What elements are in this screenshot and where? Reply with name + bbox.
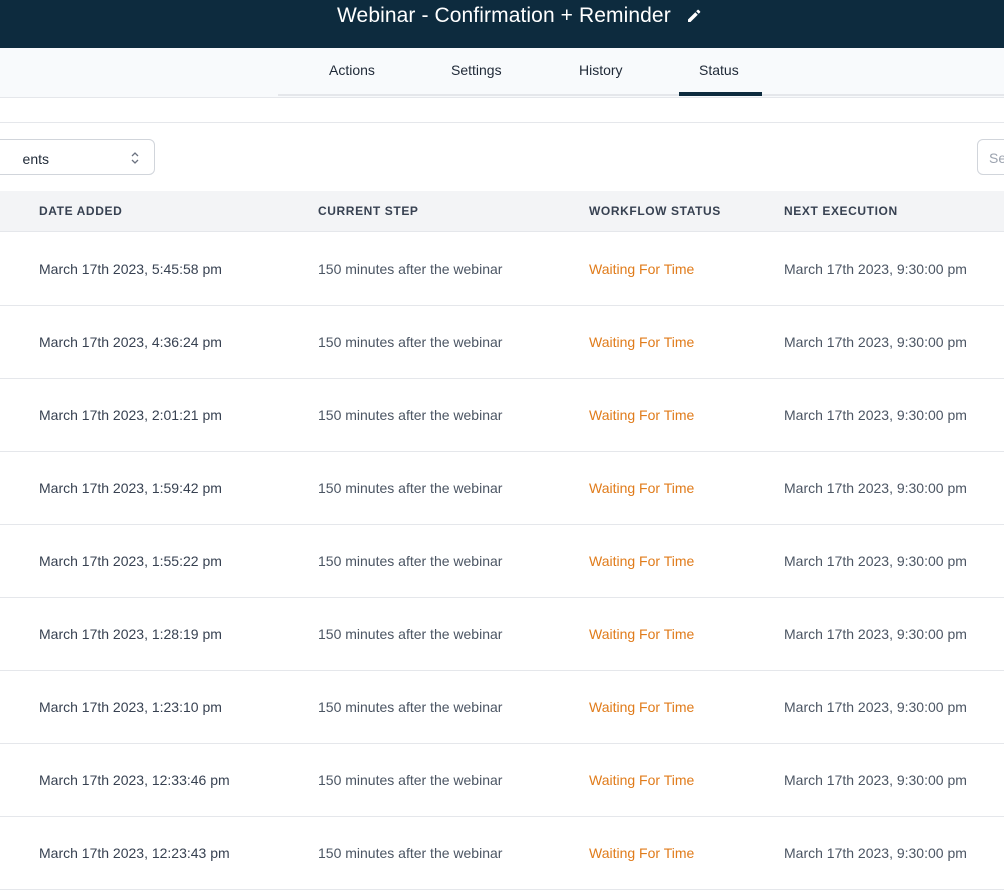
tab-actions[interactable]: Actions xyxy=(329,62,375,78)
cell-workflow-status: Waiting For Time xyxy=(589,845,695,861)
cell-current-step: 150 minutes after the webinar xyxy=(318,334,503,350)
filter-select[interactable]: ents xyxy=(0,139,155,175)
table-row[interactable]: March 17th 2023, 12:23:43 pm 150 minutes… xyxy=(0,816,1004,890)
table-row[interactable]: March 17th 2023, 1:55:22 pm 150 minutes … xyxy=(0,524,1004,598)
cell-date-added: March 17th 2023, 2:01:21 pm xyxy=(39,407,222,423)
cell-current-step: 150 minutes after the webinar xyxy=(318,699,503,715)
cell-date-added: March 17th 2023, 12:33:46 pm xyxy=(39,772,230,788)
cell-workflow-status: Waiting For Time xyxy=(589,626,695,642)
cell-current-step: 150 minutes after the webinar xyxy=(318,772,503,788)
table-row[interactable]: March 17th 2023, 4:36:24 pm 150 minutes … xyxy=(0,305,1004,379)
cell-next-execution: March 17th 2023, 9:30:00 pm xyxy=(784,699,967,715)
cell-next-execution: March 17th 2023, 9:30:00 pm xyxy=(784,261,967,277)
tab-status[interactable]: Status xyxy=(699,62,739,78)
cell-next-execution: March 17th 2023, 9:30:00 pm xyxy=(784,407,967,423)
cell-current-step: 150 minutes after the webinar xyxy=(318,845,503,861)
workflow-header: Webinar - Confirmation + Reminder xyxy=(0,0,1004,48)
filter-select-value: ents xyxy=(22,151,49,167)
search-placeholder: Se xyxy=(989,150,1004,166)
active-tab-indicator xyxy=(679,92,762,96)
column-header-current-step[interactable]: CURRENT STEP xyxy=(318,204,419,218)
table-row[interactable]: March 17th 2023, 1:28:19 pm 150 minutes … xyxy=(0,597,1004,671)
tab-settings[interactable]: Settings xyxy=(451,62,502,78)
cell-current-step: 150 minutes after the webinar xyxy=(318,480,503,496)
table-header: DATE ADDED CURRENT STEP WORKFLOW STATUS … xyxy=(0,191,1004,232)
pencil-icon[interactable] xyxy=(687,9,701,23)
tab-history[interactable]: History xyxy=(579,62,623,78)
cell-current-step: 150 minutes after the webinar xyxy=(318,261,503,277)
table-row[interactable]: March 17th 2023, 1:59:42 pm 150 minutes … xyxy=(0,451,1004,525)
chevron-up-down-icon xyxy=(131,152,139,164)
cell-next-execution: March 17th 2023, 9:30:00 pm xyxy=(784,480,967,496)
tabs-track xyxy=(278,94,1004,96)
table-row[interactable]: March 17th 2023, 5:45:58 pm 150 minutes … xyxy=(0,232,1004,306)
cell-workflow-status: Waiting For Time xyxy=(589,553,695,569)
table-row[interactable]: March 17th 2023, 12:33:46 pm 150 minutes… xyxy=(0,743,1004,817)
cell-date-added: March 17th 2023, 4:36:24 pm xyxy=(39,334,222,350)
cell-workflow-status: Waiting For Time xyxy=(589,480,695,496)
cell-date-added: March 17th 2023, 12:23:43 pm xyxy=(39,845,230,861)
table-row[interactable]: March 17th 2023, 1:23:10 pm 150 minutes … xyxy=(0,670,1004,744)
cell-current-step: 150 minutes after the webinar xyxy=(318,407,503,423)
column-header-date-added[interactable]: DATE ADDED xyxy=(39,204,122,218)
cell-date-added: March 17th 2023, 1:55:22 pm xyxy=(39,553,222,569)
cell-date-added: March 17th 2023, 1:23:10 pm xyxy=(39,699,222,715)
cell-next-execution: March 17th 2023, 9:30:00 pm xyxy=(784,845,967,861)
column-header-next-execution[interactable]: NEXT EXECUTION xyxy=(784,204,898,218)
cell-date-added: March 17th 2023, 1:28:19 pm xyxy=(39,626,222,642)
cell-next-execution: March 17th 2023, 9:30:00 pm xyxy=(784,626,967,642)
cell-workflow-status: Waiting For Time xyxy=(589,261,695,277)
cell-date-added: March 17th 2023, 5:45:58 pm xyxy=(39,261,222,277)
cell-workflow-status: Waiting For Time xyxy=(589,772,695,788)
cell-next-execution: March 17th 2023, 9:30:00 pm xyxy=(784,772,967,788)
cell-workflow-status: Waiting For Time xyxy=(589,407,695,423)
tab-bar: Actions Settings History Status xyxy=(0,48,1004,98)
table-row[interactable]: March 17th 2023, 2:01:21 pm 150 minutes … xyxy=(0,378,1004,452)
search-input[interactable]: Se xyxy=(977,139,1004,175)
cell-next-execution: March 17th 2023, 9:30:00 pm xyxy=(784,334,967,350)
cell-workflow-status: Waiting For Time xyxy=(589,334,695,350)
cell-next-execution: March 17th 2023, 9:30:00 pm xyxy=(784,553,967,569)
cell-workflow-status: Waiting For Time xyxy=(589,699,695,715)
cell-current-step: 150 minutes after the webinar xyxy=(318,553,503,569)
divider xyxy=(0,122,1004,123)
cell-current-step: 150 minutes after the webinar xyxy=(318,626,503,642)
workflow-title: Webinar - Confirmation + Reminder xyxy=(337,4,671,27)
column-header-workflow-status[interactable]: WORKFLOW STATUS xyxy=(589,204,721,218)
cell-date-added: March 17th 2023, 1:59:42 pm xyxy=(39,480,222,496)
